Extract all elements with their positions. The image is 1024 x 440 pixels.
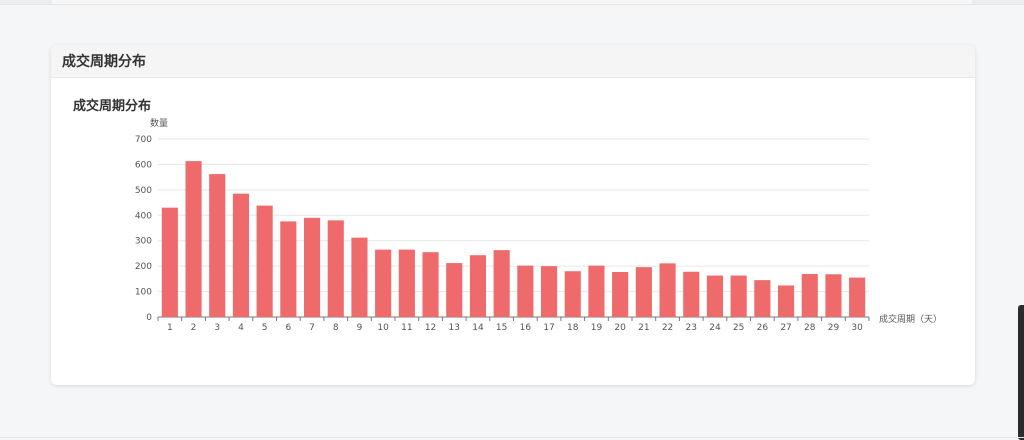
bar[interactable] (777, 285, 795, 317)
x-tick-label: 23 (686, 323, 697, 333)
y-tick-label: 200 (135, 262, 152, 272)
x-tick-label: 2 (191, 323, 197, 333)
bar[interactable] (730, 275, 747, 317)
bar[interactable] (825, 274, 842, 317)
x-tick-label: 9 (357, 323, 363, 333)
x-tick-label: 28 (804, 323, 816, 333)
x-tick-labels: 1 2 3 4 5 6 7 8 9 10 11 12 13 14 15 16 17 18 19 20 21 22 23 24 2… (157, 317, 870, 333)
x-tick-label: 3 (214, 323, 220, 333)
chart-title: 成交周期分布 (73, 98, 151, 114)
chart-card: 成交周期分布 成交周期分布 数量 成交周期（天） 0 100 200 300 400 50… (51, 45, 975, 385)
x-tick-label: 13 (449, 323, 460, 333)
bar[interactable] (635, 267, 652, 317)
x-tick-label: 20 (614, 323, 626, 333)
x-tick-label: 18 (567, 323, 579, 333)
x-tick-label: 1 (167, 323, 173, 333)
bar[interactable] (209, 174, 226, 317)
x-tick-label: 15 (496, 323, 507, 333)
y-tick-label: 400 (135, 211, 152, 221)
bar[interactable] (612, 271, 629, 317)
bar[interactable] (540, 266, 558, 317)
x-tick-label: 19 (591, 323, 603, 333)
y-axis-label: 数量 (150, 117, 168, 129)
x-tick-label: 10 (377, 323, 389, 333)
x-tick-label: 17 (543, 323, 554, 333)
bar[interactable] (469, 255, 487, 317)
bar[interactable] (706, 275, 724, 317)
bar[interactable] (351, 237, 368, 317)
bar[interactable] (161, 207, 178, 317)
x-tick-label: 25 (733, 323, 744, 333)
bar[interactable] (280, 221, 297, 317)
x-tick-label: 12 (425, 323, 436, 333)
bars (161, 161, 866, 317)
x-tick-label: 22 (662, 323, 673, 333)
bottom-divider (0, 437, 1024, 438)
x-tick-label: 7 (309, 323, 315, 333)
y-tick-labels: 0 100 200 300 400 500 600 700 (135, 135, 152, 323)
top-strip-inner (52, 0, 972, 5)
bar[interactable] (446, 263, 463, 317)
bar[interactable] (422, 252, 439, 317)
y-tick-label: 700 (135, 135, 152, 145)
x-tick-label: 16 (520, 323, 532, 333)
bar[interactable] (398, 249, 415, 317)
x-tick-label: 4 (238, 323, 244, 333)
y-tick-label: 0 (146, 313, 152, 323)
top-strip (0, 0, 1024, 5)
x-tick-label: 24 (709, 323, 721, 333)
bar[interactable] (375, 249, 392, 317)
x-tick-label: 26 (757, 323, 769, 333)
bar[interactable] (683, 271, 700, 317)
bar[interactable] (564, 271, 581, 317)
bar-chart: 成交周期分布 数量 成交周期（天） 0 100 200 300 400 500 600 700… (73, 98, 942, 333)
bar[interactable] (303, 217, 321, 317)
y-tick-label: 500 (135, 186, 152, 196)
vertical-scrollbar[interactable] (1018, 305, 1024, 440)
bar[interactable] (327, 220, 344, 317)
y-tick-label: 300 (135, 237, 152, 247)
bar[interactable] (849, 277, 866, 317)
y-tick-label: 100 (135, 288, 152, 298)
bar[interactable] (517, 265, 534, 317)
x-tick-label: 5 (262, 323, 268, 333)
x-tick-label: 27 (780, 323, 791, 333)
bar[interactable] (493, 250, 510, 317)
bar[interactable] (801, 274, 818, 317)
y-tick-label: 600 (135, 160, 152, 170)
bar[interactable] (256, 205, 273, 317)
x-tick-label: 30 (851, 323, 863, 333)
x-tick-label: 8 (333, 323, 339, 333)
bar[interactable] (588, 265, 605, 317)
x-axis-label: 成交周期（天） (879, 313, 942, 325)
bar[interactable] (754, 280, 771, 317)
x-tick-label: 6 (285, 323, 291, 333)
x-tick-label: 14 (472, 323, 484, 333)
x-tick-label: 11 (401, 323, 412, 333)
x-tick-label: 21 (638, 323, 649, 333)
bar[interactable] (185, 161, 202, 317)
x-tick-label: 29 (828, 323, 840, 333)
bar[interactable] (659, 263, 676, 317)
bar[interactable] (232, 193, 250, 317)
